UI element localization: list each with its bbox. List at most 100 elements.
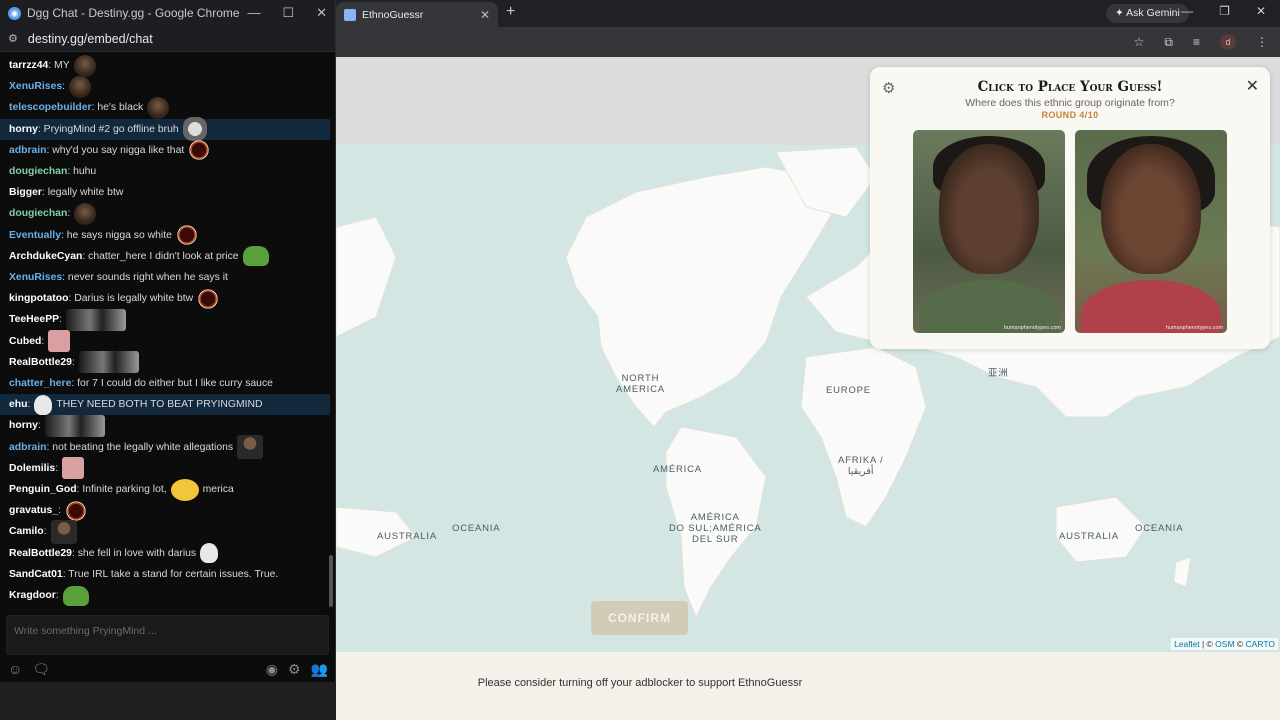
chat-username[interactable]: gravatus_ [9,505,58,516]
chat-text: : [55,462,59,474]
chat-username[interactable]: Camilo [9,526,44,537]
duck-emote-icon[interactable] [170,478,199,501]
chat-username[interactable]: ehu [9,399,27,410]
chat-username[interactable]: RealBottle29 [9,357,72,368]
whisper-icon[interactable]: 🗨 [32,661,50,678]
settings-icon[interactable]: ⚙ [288,661,301,678]
chat-username[interactable]: XenuRises [9,272,62,283]
chat-username[interactable]: XenuRises [9,81,62,92]
ask-gemini-button[interactable]: ✦ Ask Gemini [1106,4,1189,23]
landmass-new-zealand [1173,556,1192,588]
star-icon[interactable]: ☆ [1134,35,1145,49]
man-emote-icon[interactable] [50,519,77,544]
chat-username[interactable]: Penguin_God [9,484,77,495]
landmass-north-america [565,166,837,428]
chat-message: gravatus_: [0,499,330,522]
pink-emote-icon[interactable] [62,457,85,480]
menu-icon[interactable]: ⋮ [1256,35,1268,49]
chat-message: ehu: THEY NEED BOTH TO BEAT PRYINGMIND [0,394,330,416]
tab-strip: EthnoGuessr ✕ + ✦ Ask Gemini — ❐ ✕ [336,0,1280,27]
chat-message: adbrain: not beating the legally white a… [0,435,330,460]
face-emote-icon[interactable] [74,202,97,225]
chat-message: horny: PryingMind #2 go offline bruh [0,117,330,142]
chat-username[interactable]: dougiechan [9,208,67,219]
leaflet-link[interactable]: Leaflet [1174,639,1200,649]
pink-emote-icon[interactable] [48,330,71,353]
close-icon[interactable]: ✕ [1256,4,1266,18]
chat-username[interactable]: kingpotatoo [9,293,68,304]
chat-username[interactable]: ArchdukeCyan [9,251,82,262]
chat-text: : [71,356,75,368]
chat-username[interactable]: Eventually [9,230,61,241]
chat-username[interactable]: chatter_here [9,378,71,389]
bw-emote-icon[interactable] [78,351,139,374]
chat-username[interactable]: adbrain [9,145,47,156]
new-tab-icon[interactable]: + [506,3,515,21]
tab-ethnoguessr[interactable]: EthnoGuessr ✕ [336,2,498,27]
chat-username[interactable]: TeeHeePP [9,314,59,325]
photo-watermark: humanphenotypes.com [1165,325,1223,331]
map-attribution: Leaflet | © OSM © CARTO [1171,638,1278,650]
skull-emote-icon[interactable] [34,394,53,415]
angel-emote-icon[interactable] [182,117,207,142]
eye-icon[interactable]: ◉ [266,661,278,678]
confirm-button[interactable]: CONFIRM [591,601,688,635]
ring-emote-icon[interactable] [175,224,198,247]
chat-username[interactable]: SandCat01 [9,569,63,580]
label-australia-left: AUSTRALIA [377,531,437,542]
profile-avatar[interactable]: d [1220,34,1236,50]
chat-username[interactable]: Dolemilis [9,463,55,474]
chat-username[interactable]: tarrzz44 [9,60,48,71]
chat-message: XenuRises: never sounds right when he sa… [0,267,330,288]
ring-emote-icon[interactable] [197,287,220,310]
users-icon[interactable]: 👥 [311,661,328,678]
minimize-icon[interactable]: — [247,5,260,21]
tab-close-icon[interactable]: ✕ [480,8,490,22]
close-icon[interactable]: ✕ [316,5,327,21]
chat-text: : [43,526,47,538]
chat-message: tarrzz44: MY [0,54,330,77]
chat-username[interactable]: Kragdoor [9,590,56,601]
chat-username[interactable]: horny [9,124,38,135]
carto-link[interactable]: CARTO [1246,639,1275,649]
site-info-icon[interactable]: ⚙ [8,32,18,45]
chat-text: : [58,505,61,517]
chat-input[interactable]: Write something PryingMind ... [6,615,329,655]
bw-emote-icon[interactable] [44,414,105,437]
frog-emote-icon[interactable] [242,246,269,267]
face-emote-icon[interactable] [147,96,170,119]
frog-emote-icon[interactable] [62,585,89,606]
skull-emote-icon[interactable] [200,543,219,564]
osm-link[interactable]: OSM [1215,639,1234,649]
chat-username[interactable]: Bigger [9,187,42,198]
chat-username[interactable]: RealBottle29 [9,548,72,559]
guess-title: Click to Place Your Guess! [977,79,1163,95]
extensions-icon[interactable]: ⧉ [1164,35,1173,50]
chat-username[interactable]: dougiechan [9,166,67,177]
chat-message: telescopebuilder: he's black [0,96,330,119]
chat-scrollbar[interactable] [329,555,333,607]
ring-emote-icon[interactable] [188,139,211,162]
media-icon[interactable]: ≡ [1193,35,1200,49]
chat-url[interactable]: destiny.gg/embed/chat [28,32,153,46]
emoji-icon[interactable]: ☺ [8,661,22,677]
phenotype-photo-male[interactable]: humanphenotypes.com [913,130,1065,333]
face-emote-icon[interactable] [73,54,96,77]
phenotype-photo-female[interactable]: humanphenotypes.com [1075,130,1227,333]
face-emote-icon[interactable] [69,75,92,98]
restore-icon[interactable]: ❐ [1219,4,1230,18]
chat-username[interactable]: Cubed [9,336,41,347]
chat-text: : for 7 I could do either but I like cur… [71,378,273,389]
chat-text: : [37,420,41,432]
chat-username[interactable]: adbrain [9,442,47,453]
bw-emote-icon[interactable] [65,308,126,331]
chat-username[interactable]: telescopebuilder [9,102,92,113]
ring-emote-icon[interactable] [64,499,87,522]
man-emote-icon[interactable] [237,435,264,460]
chat-text: : [59,314,62,326]
chat-text: : PryingMind #2 go offline bruh [37,123,179,135]
chat-username[interactable]: horny [9,420,38,431]
app-icon: ◉ [8,6,21,20]
minimize-icon[interactable]: — [1181,4,1193,18]
maximize-icon[interactable]: ☐ [282,5,294,21]
